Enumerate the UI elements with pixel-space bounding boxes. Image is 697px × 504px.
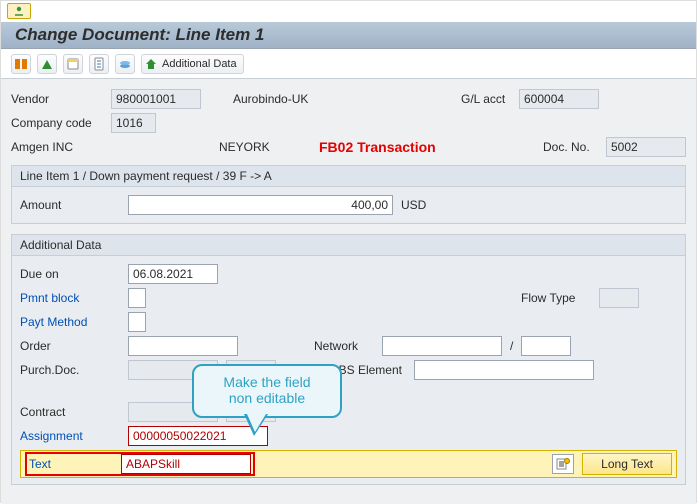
amount-field[interactable]: 400,00 [128, 195, 393, 215]
vendor-label: Vendor [11, 92, 103, 106]
flow-type-label: Flow Type [521, 291, 591, 305]
network-op-field[interactable] [521, 336, 571, 356]
due-on-field[interactable]: 06.08.2021 [128, 264, 218, 284]
vendor-value: 980001001 [111, 89, 201, 109]
title-bar: Change Document: Line Item 1 [1, 21, 696, 49]
overview-icon[interactable] [37, 54, 57, 74]
company-code-value: 1016 [111, 113, 156, 133]
toolbar: Additional Data [1, 49, 696, 79]
transaction-annotation: FB02 Transaction [319, 139, 436, 155]
company-city: NEYORK [219, 140, 289, 154]
header-icon[interactable] [63, 54, 83, 74]
choose-icon[interactable] [11, 54, 31, 74]
text-link[interactable]: Text [29, 457, 117, 471]
callout-line1: Make the field [200, 374, 334, 390]
additional-data-button[interactable]: Additional Data [141, 54, 244, 74]
gl-label: G/L acct [461, 92, 511, 106]
long-text-button-label: Long Text [601, 457, 653, 471]
payt-method-field[interactable] [128, 312, 146, 332]
text-field[interactable]: ABAPSkill [121, 454, 251, 474]
docno-label: Doc. No. [543, 140, 598, 154]
services-icon[interactable] [115, 54, 135, 74]
amount-label: Amount [20, 198, 120, 212]
vendor-name: Aurobindo-UK [233, 92, 453, 106]
line-item-panel: Line Item 1 / Down payment request / 39 … [11, 165, 686, 224]
purchdoc-label: Purch.Doc. [20, 363, 120, 377]
pmnt-block-link[interactable]: Pmnt block [20, 291, 120, 305]
window-menu-icon[interactable] [7, 3, 31, 19]
pmnt-block-field[interactable] [128, 288, 146, 308]
callout-line2: non editable [200, 390, 334, 406]
callout-annotation: Make the field non editable [192, 364, 342, 418]
order-label: Order [20, 339, 120, 353]
create-icon[interactable] [89, 54, 109, 74]
additional-data-label: Additional Data [162, 58, 237, 70]
long-text-icon[interactable] [552, 454, 574, 474]
additional-data-panel: Additional Data Due on 06.08.2021 Pmnt b… [11, 234, 686, 485]
line-item-panel-title: Line Item 1 / Down payment request / 39 … [12, 166, 685, 187]
callout-tail-icon [244, 414, 268, 436]
wbs-field[interactable] [414, 360, 594, 380]
company-code-label: Company code [11, 116, 103, 130]
company-name: Amgen INC [11, 140, 211, 154]
amount-currency: USD [401, 198, 426, 212]
long-text-button[interactable]: Long Text [582, 453, 672, 475]
flow-type-field [599, 288, 639, 308]
contract-label: Contract [20, 405, 120, 419]
assignment-link[interactable]: Assignment [20, 429, 120, 443]
additional-data-panel-title: Additional Data [12, 235, 685, 256]
network-field[interactable] [382, 336, 502, 356]
gl-value: 600004 [519, 89, 599, 109]
due-on-label: Due on [20, 267, 120, 281]
docno-value: 5002 [606, 137, 686, 157]
page-title: Change Document: Line Item 1 [15, 25, 264, 45]
network-sep: / [510, 339, 513, 353]
text-row-highlight: Text ABAPSkill Long Text [20, 450, 677, 478]
wbs-label: BS Element [332, 363, 406, 377]
payt-method-link[interactable]: Payt Method [20, 315, 120, 329]
network-label: Network [314, 339, 374, 353]
order-field[interactable] [128, 336, 238, 356]
